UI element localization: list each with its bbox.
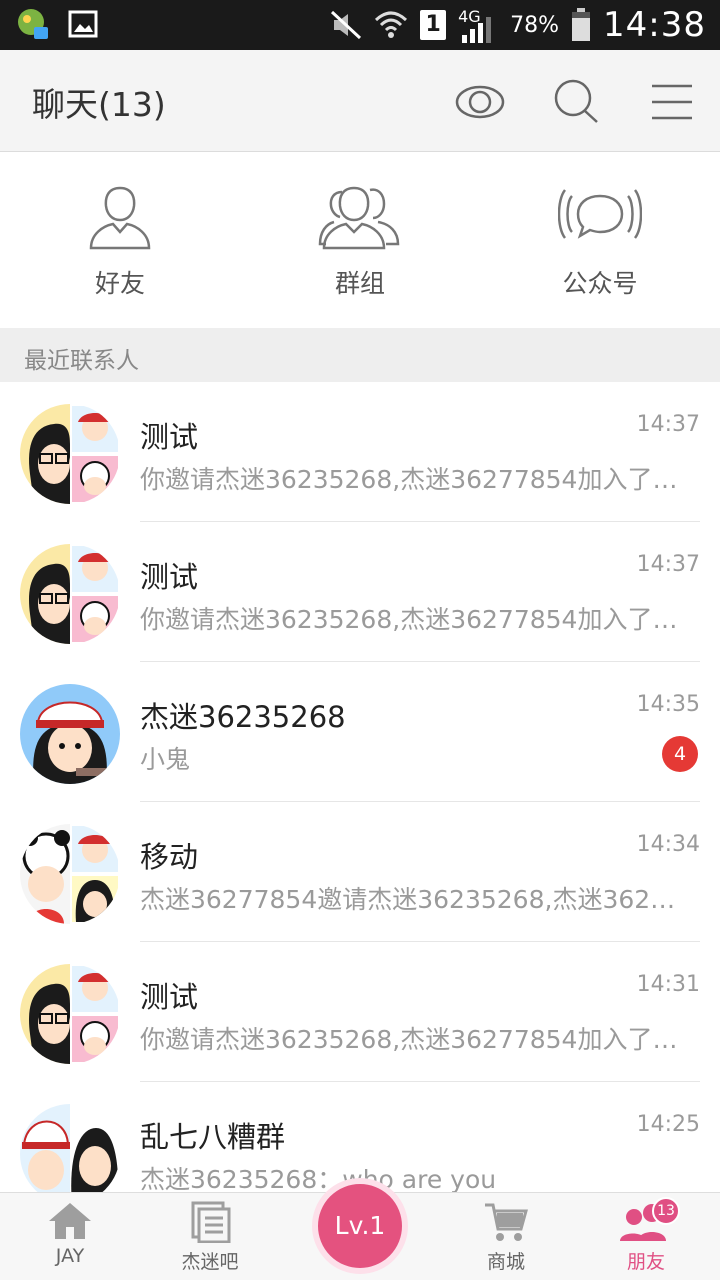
level-button[interactable]: Lv.1 — [312, 1178, 408, 1274]
app-header: 聊天(13) — [0, 50, 720, 152]
tab-label: 商城 — [486, 1251, 525, 1273]
chat-name: 测试 — [140, 420, 199, 454]
menu-icon[interactable] — [646, 76, 698, 128]
page-title: 聊天(13) — [32, 85, 166, 124]
chat-time: 14:34 — [636, 832, 700, 857]
chat-row[interactable]: 测试 14:31 你邀请杰迷36235268,杰迷36277854加入了群聊 — [0, 942, 720, 1082]
chat-preview: 小鬼 — [140, 745, 191, 774]
tab-shop[interactable]: 商城 — [446, 1201, 566, 1274]
forum-icon — [191, 1201, 231, 1243]
recent-contacts-header: 最近联系人 — [0, 328, 720, 382]
group-avatar-icon — [20, 544, 120, 644]
tab-label: 朋友 — [626, 1251, 665, 1273]
broadcast-icon — [558, 189, 642, 239]
section-title: 最近联系人 — [24, 348, 139, 374]
tab-label: 杰迷吧 — [181, 1251, 239, 1273]
tab-friends[interactable]: 朋友 13 — [586, 1197, 706, 1274]
category-friends[interactable]: 好友 — [40, 182, 200, 300]
chat-preview: 你邀请杰迷36235268,杰迷36277854加入了群聊 — [140, 605, 690, 634]
group-avatar-icon — [20, 1104, 120, 1192]
category-groups[interactable]: 群组 — [280, 182, 440, 300]
tab-label: JAY — [55, 1245, 85, 1267]
category-label: 公众号 — [562, 269, 638, 298]
chat-preview: 你邀请杰迷36235268,杰迷36277854加入了群聊 — [140, 465, 690, 494]
app-notification-icon — [18, 9, 48, 39]
home-icon — [49, 1203, 91, 1239]
category-public-accounts[interactable]: 公众号 — [520, 182, 680, 300]
group-avatar — [20, 1104, 120, 1192]
wifi-icon — [375, 11, 408, 38]
tab-forum[interactable]: 杰迷吧 — [150, 1201, 270, 1274]
chat-time: 14:37 — [636, 552, 700, 577]
signal-icon — [462, 17, 492, 43]
image-notification-icon — [68, 10, 98, 38]
category-row: 好友 群组 公众号 — [0, 152, 720, 328]
chat-name: 杰迷36235268 — [140, 700, 346, 734]
group-avatar-icon — [20, 404, 120, 504]
unread-badge: 4 — [662, 736, 698, 772]
category-label: 好友 — [94, 269, 145, 298]
category-label: 群组 — [334, 269, 385, 298]
chat-row[interactable]: 测试 14:37 你邀请杰迷36235268,杰迷36277854加入了群聊 — [0, 382, 720, 522]
chat-name: 测试 — [140, 560, 199, 594]
chat-time: 14:25 — [636, 1112, 700, 1137]
search-icon[interactable] — [550, 76, 602, 128]
chat-name: 移动 — [140, 840, 199, 874]
person-icon — [89, 186, 151, 250]
status-bar: 1 4G 78% 14:38 — [0, 0, 720, 50]
chat-time: 14:31 — [636, 972, 700, 997]
tab-jay[interactable]: JAY — [10, 1201, 130, 1267]
group-avatar — [20, 964, 120, 1064]
chat-list[interactable]: 测试 14:37 你邀请杰迷36235268,杰迷36277854加入了群聊 测… — [0, 382, 720, 1192]
chat-name: 乱七八糟群 — [140, 1120, 286, 1154]
chat-time: 14:35 — [636, 692, 700, 717]
chat-preview: 杰迷36277854邀请杰迷36235268,杰迷36235268加入了群聊 — [140, 885, 690, 914]
group-avatar — [20, 824, 120, 924]
group-avatar-icon — [20, 824, 120, 924]
battery-percent: 78% — [510, 12, 560, 38]
mute-icon — [331, 10, 362, 40]
group-avatar — [20, 544, 120, 644]
tab-badge: 13 — [652, 1197, 680, 1225]
chat-preview: 你邀请杰迷36235268,杰迷36277854加入了群聊 — [140, 1025, 690, 1054]
user-avatar — [20, 684, 120, 784]
chat-preview: 杰迷36235268：who are you — [140, 1165, 497, 1192]
clock: 14:38 — [603, 5, 706, 45]
group-icon — [318, 186, 400, 250]
chat-row[interactable]: 杰迷36235268 14:35 小鬼 4 — [0, 662, 720, 802]
chat-time: 14:37 — [636, 412, 700, 437]
user-avatar-icon — [20, 684, 120, 784]
group-avatar — [20, 404, 120, 504]
chat-name: 测试 — [140, 980, 199, 1014]
chat-row[interactable]: 移动 14:34 杰迷36277854邀请杰迷36235268,杰迷362352… — [0, 802, 720, 942]
signal-indicator: 4G — [458, 5, 498, 45]
eye-icon[interactable] — [454, 76, 506, 128]
chat-row[interactable]: 测试 14:37 你邀请杰迷36235268,杰迷36277854加入了群聊 — [0, 522, 720, 662]
sim-slot-indicator: 1 — [420, 10, 447, 40]
group-avatar-icon — [20, 964, 120, 1064]
battery-icon — [572, 8, 591, 41]
chat-row[interactable]: 乱七八糟群 14:25 杰迷36235268：who are you — [0, 1082, 720, 1192]
cart-icon — [485, 1203, 528, 1241]
